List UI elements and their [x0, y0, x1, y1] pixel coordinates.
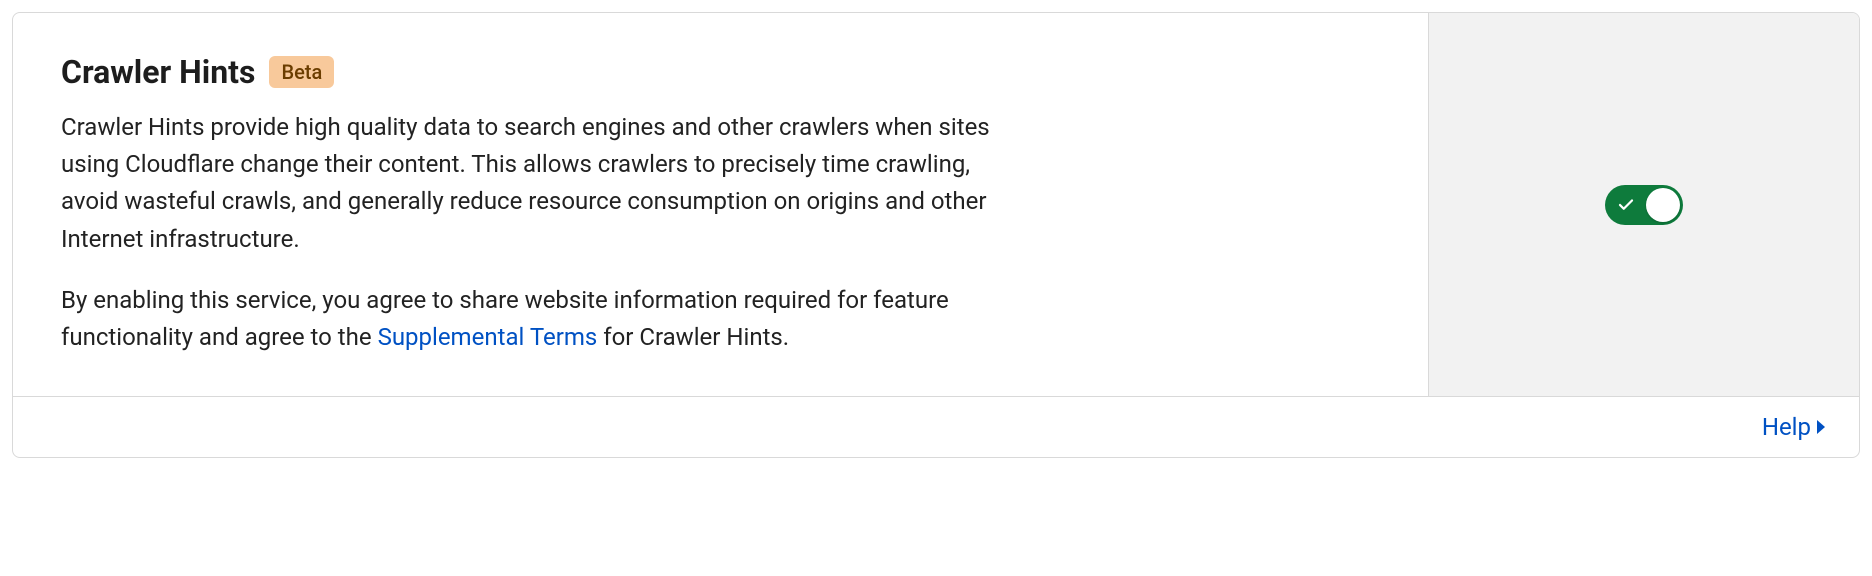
supplemental-terms-link[interactable]: Supplemental Terms [378, 323, 598, 351]
checkmark-icon [1617, 196, 1635, 214]
paragraph-gap [61, 258, 1021, 282]
description-paragraph-2b: for Crawler Hints. [597, 323, 789, 351]
help-label: Help [1762, 413, 1811, 441]
card-side [1429, 13, 1859, 396]
title-row: Crawler Hints Beta [61, 53, 1380, 91]
caret-right-icon [1815, 413, 1827, 441]
help-link[interactable]: Help [1762, 413, 1827, 441]
card-main: Crawler Hints Beta Crawler Hints provide… [13, 13, 1859, 396]
card-title: Crawler Hints [61, 53, 255, 91]
crawler-hints-toggle[interactable] [1605, 185, 1683, 225]
description-paragraph-1: Crawler Hints provide high quality data … [61, 113, 990, 253]
beta-badge: Beta [269, 56, 334, 88]
card-content: Crawler Hints Beta Crawler Hints provide… [13, 13, 1429, 396]
settings-card: Crawler Hints Beta Crawler Hints provide… [12, 12, 1860, 458]
card-description: Crawler Hints provide high quality data … [61, 109, 1021, 356]
card-footer: Help [13, 396, 1859, 457]
toggle-knob [1646, 188, 1680, 222]
